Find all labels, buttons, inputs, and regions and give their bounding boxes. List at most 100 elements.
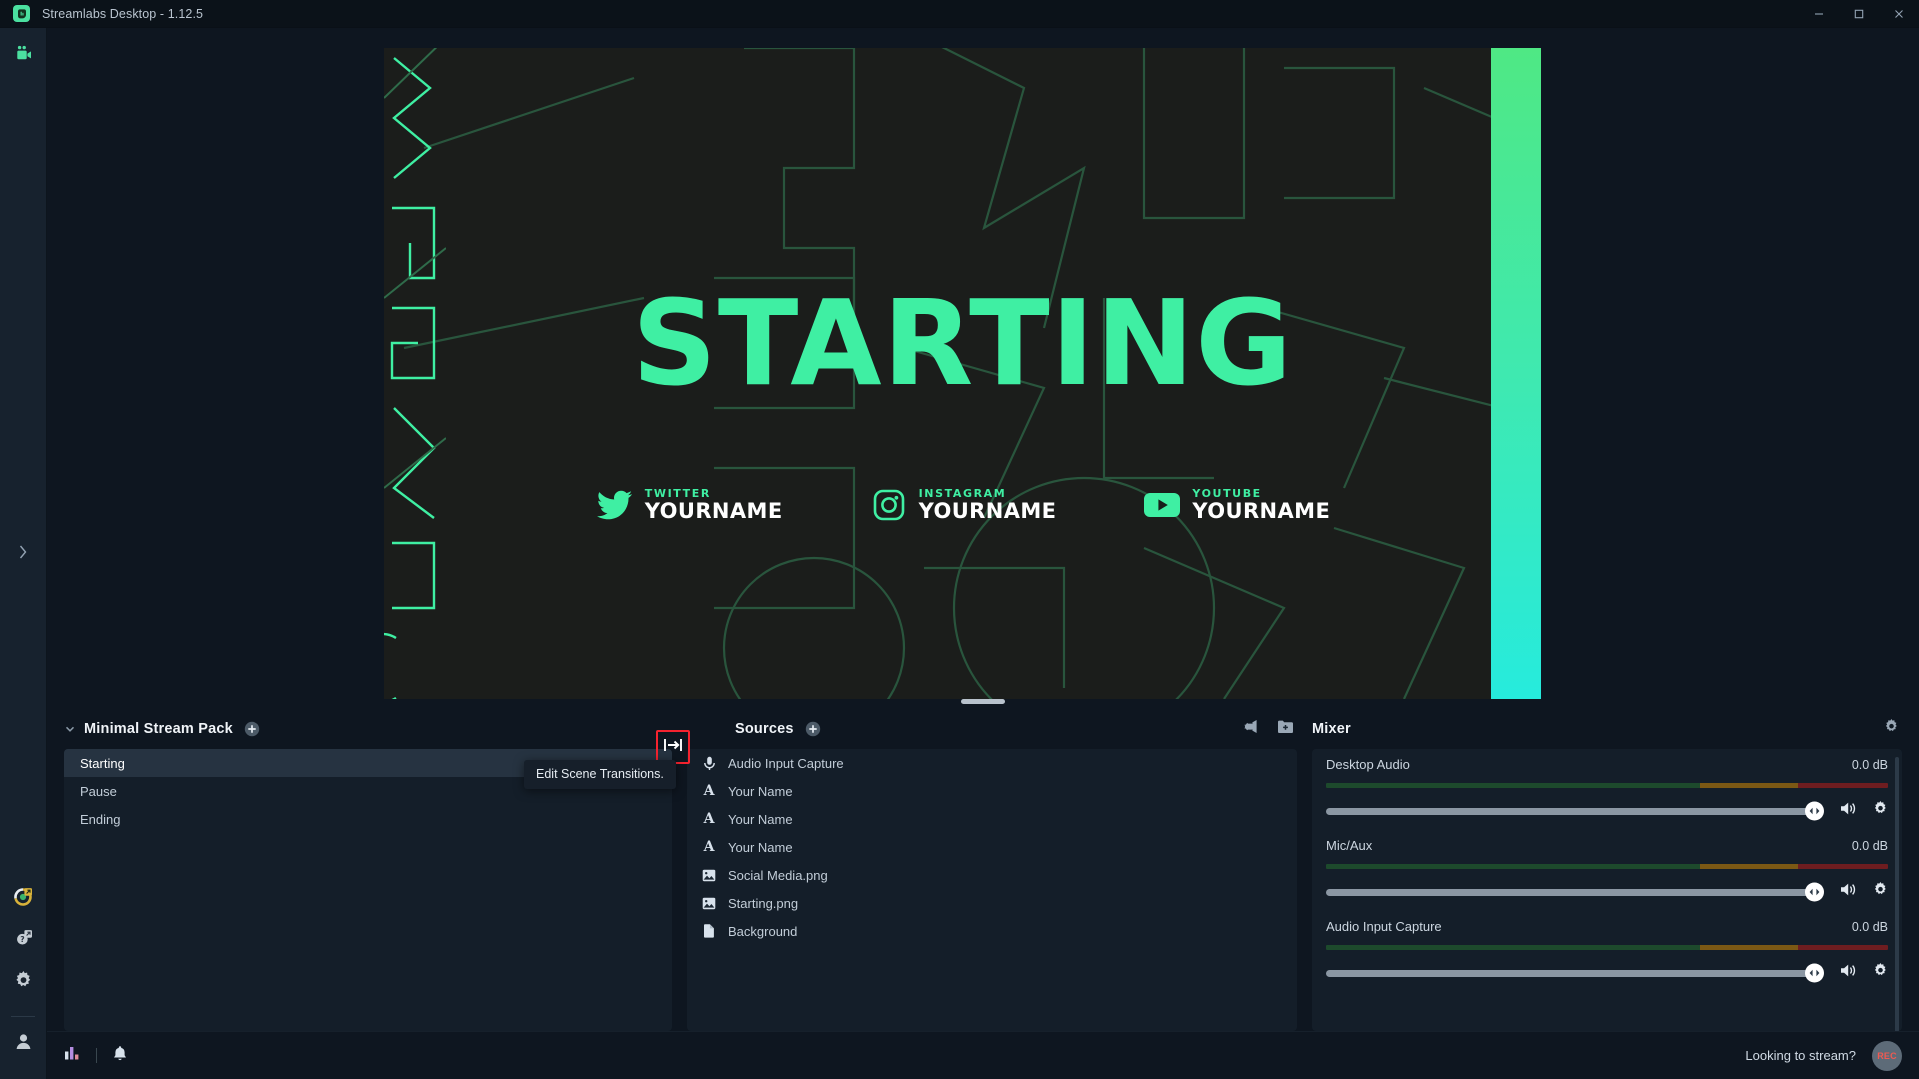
gear-icon: [1873, 963, 1888, 983]
source-item-label: Starting.png: [728, 895, 799, 911]
social-youtube-handle: YOURNAME: [1192, 499, 1331, 523]
twitter-icon: [595, 488, 635, 522]
mute-toggle-button[interactable]: [1840, 801, 1857, 821]
vu-red: [1798, 864, 1888, 869]
add-folder-icon[interactable]: [1277, 719, 1294, 739]
sources-list[interactable]: Audio Input Capture A Your Name A Your N…: [687, 749, 1297, 1031]
stream-prompt: Looking to stream?: [1745, 1048, 1856, 1063]
status-left-group: [64, 1045, 128, 1067]
add-source-button[interactable]: [805, 721, 821, 737]
sources-panel: Sources Audio Input Capture A Your Name …: [687, 709, 1297, 1031]
source-item[interactable]: A Your Name: [687, 833, 1297, 861]
mixer-channel-db: 0.0 dB: [1851, 757, 1888, 772]
channel-settings-button[interactable]: [1873, 801, 1888, 821]
nav-bottom-group: ?: [6, 882, 40, 1079]
sidebar-item-themes[interactable]: [6, 882, 40, 916]
vu-yellow: [1699, 783, 1799, 788]
mute-toggle-button[interactable]: [1840, 963, 1857, 983]
scene-item[interactable]: Ending: [64, 805, 672, 833]
sidebar-item-settings[interactable]: [6, 966, 40, 1000]
panel-resize-handle[interactable]: [961, 698, 1005, 704]
scene-item-label: Pause: [80, 783, 117, 799]
scene-transitions-tooltip: Edit Scene Transitions.: [524, 760, 676, 789]
mute-toggle-button[interactable]: [1840, 882, 1857, 902]
document-icon: [701, 924, 717, 938]
image-icon: [701, 869, 717, 882]
social-instagram-handle: YOURNAME: [918, 499, 1057, 523]
bell-icon[interactable]: [112, 1045, 128, 1067]
instagram-icon: [869, 488, 909, 522]
social-twitter: TWITTER YOURNAME: [595, 488, 783, 522]
left-nav: ?: [0, 28, 47, 1079]
mixer-channel-header: Audio Input Capture 0.0 dB: [1326, 919, 1888, 934]
volume-slider-knob[interactable]: [1805, 963, 1824, 983]
svg-text:?: ?: [20, 935, 24, 944]
volume-slider-knob[interactable]: [1805, 882, 1824, 902]
video-camera-icon: [13, 43, 34, 69]
source-item-label: Your Name: [728, 783, 793, 799]
mixer-controls: [1326, 801, 1888, 821]
help-launch-icon: ?: [12, 928, 34, 955]
nav-divider: [11, 1016, 35, 1017]
source-item[interactable]: Social Media.png: [687, 861, 1297, 889]
text-icon: A: [703, 839, 715, 855]
mixer-channel-db: 0.0 dB: [1851, 919, 1888, 934]
source-item-label: Your Name: [728, 839, 793, 855]
vu-meter: [1326, 783, 1888, 788]
source-item[interactable]: Starting.png: [687, 889, 1297, 917]
mixer-settings-button[interactable]: [1884, 719, 1902, 739]
record-button[interactable]: REC: [1872, 1040, 1902, 1071]
streamlabs-logo-icon: [13, 5, 30, 22]
mixer-scrollbar[interactable]: [1895, 757, 1899, 1031]
scene-preview[interactable]: STARTING TWITTER YOURNAME INSTAGRAM YOUR…: [384, 48, 1541, 699]
mixer-channel-db: 0.0 dB: [1851, 838, 1888, 853]
minimize-button[interactable]: [1799, 0, 1839, 28]
bottom-panels: Minimal Stream Pack Starting Pause Endin…: [47, 709, 1919, 1031]
volume-slider[interactable]: [1326, 882, 1824, 902]
volume-slider-knob[interactable]: [1805, 801, 1824, 821]
scenes-header: Minimal Stream Pack: [64, 709, 672, 749]
source-item[interactable]: Audio Input Capture: [687, 749, 1297, 777]
status-bar: Looking to stream? REC: [47, 1031, 1919, 1079]
nav-top-group: [6, 28, 40, 81]
source-item[interactable]: A Your Name: [687, 777, 1297, 805]
speaker-icon: [1840, 882, 1857, 902]
vu-yellow: [1699, 864, 1799, 869]
themes-launch-icon: [12, 886, 34, 913]
social-youtube-platform: YOUTUBE: [1192, 487, 1262, 500]
channel-settings-button[interactable]: [1873, 963, 1888, 983]
channel-settings-button[interactable]: [1873, 882, 1888, 902]
close-button[interactable]: [1879, 0, 1919, 28]
vu-red: [1798, 783, 1888, 788]
source-item-label: Social Media.png: [728, 867, 828, 883]
maximize-button[interactable]: [1839, 0, 1879, 28]
chevron-down-icon[interactable]: [64, 723, 76, 735]
social-instagram-text: INSTAGRAM YOURNAME: [919, 488, 1057, 522]
social-youtube-text: YOUTUBE YOURNAME: [1192, 488, 1330, 522]
sidebar-item-help[interactable]: ?: [6, 924, 40, 958]
scene-transitions-icon: [663, 737, 683, 758]
mixer-header: Mixer: [1312, 709, 1902, 749]
add-scene-button[interactable]: [244, 721, 260, 737]
volume-slider[interactable]: [1326, 963, 1824, 983]
mixer-channel-header: Mic/Aux 0.0 dB: [1326, 838, 1888, 853]
vu-meter: [1326, 864, 1888, 869]
volume-slider[interactable]: [1326, 801, 1824, 821]
source-item[interactable]: Background: [687, 917, 1297, 945]
scenes-list[interactable]: Starting Pause Ending: [64, 749, 672, 1031]
gear-icon: [1873, 801, 1888, 821]
performance-chart-icon[interactable]: [64, 1045, 81, 1066]
sidebar-item-editor[interactable]: [6, 39, 40, 73]
scene-item-label: Starting: [80, 755, 125, 771]
source-item[interactable]: A Your Name: [687, 805, 1297, 833]
chevron-right-icon[interactable]: [18, 544, 29, 564]
mixer-channel-header: Desktop Audio 0.0 dB: [1326, 757, 1888, 772]
mixer-controls: [1326, 963, 1888, 983]
social-twitter-text: TWITTER YOURNAME: [645, 488, 783, 522]
scene-transitions-highlight[interactable]: [656, 730, 690, 764]
user-icon: [14, 1032, 33, 1056]
projector-icon[interactable]: [1244, 719, 1261, 739]
social-twitter-handle: YOURNAME: [644, 499, 783, 523]
mixer-channel-name: Desktop Audio: [1326, 757, 1410, 772]
sidebar-item-account[interactable]: [6, 1027, 40, 1061]
